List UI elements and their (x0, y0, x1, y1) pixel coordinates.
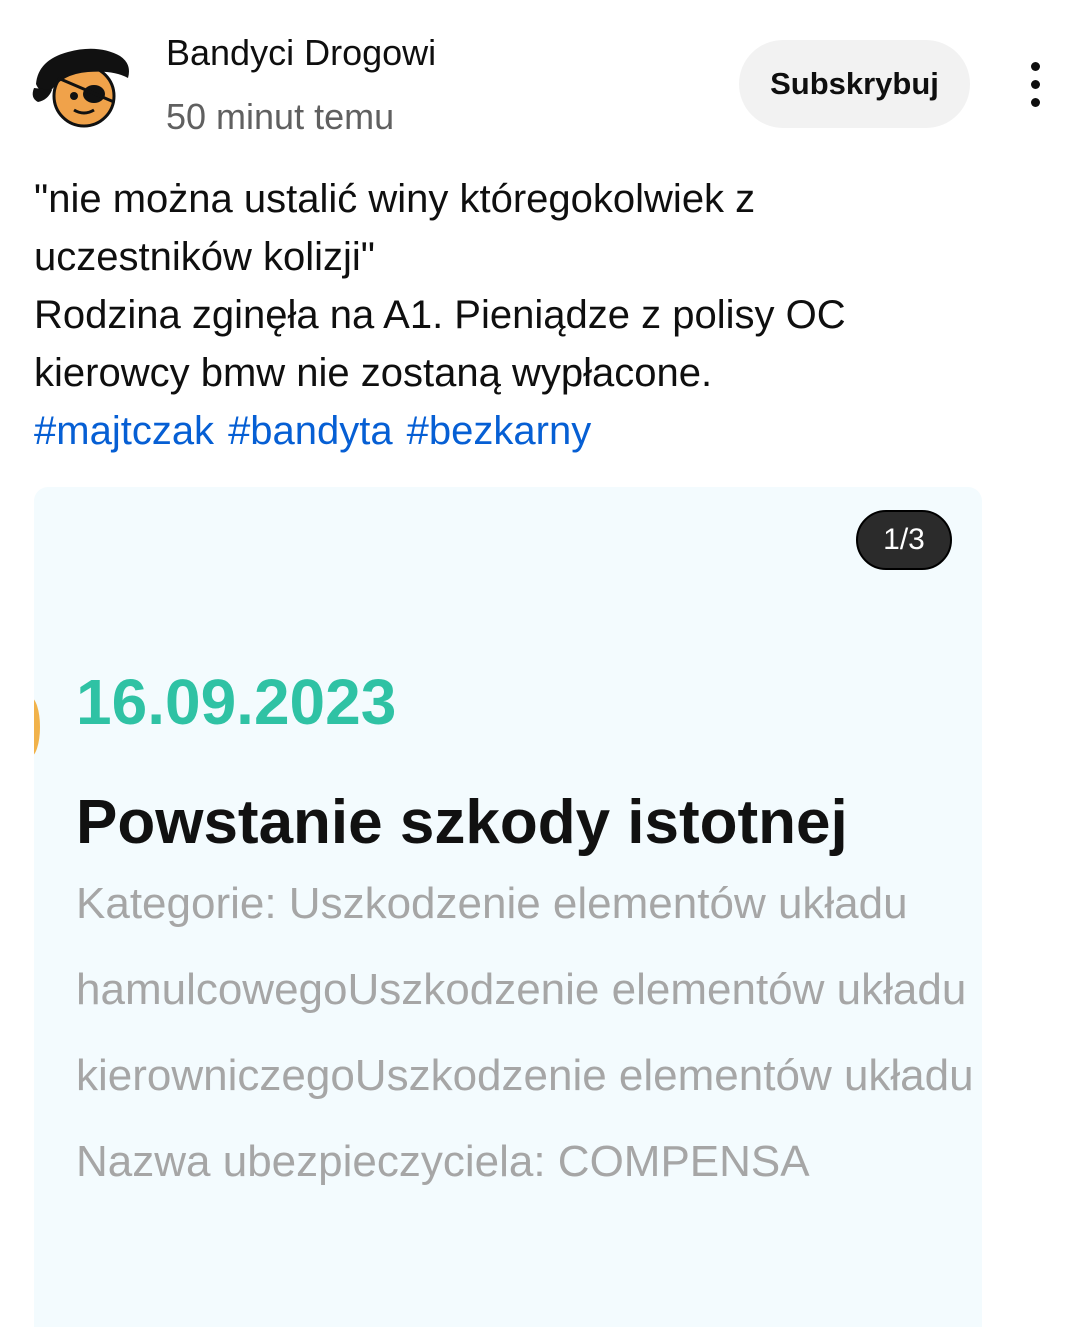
subscribe-button[interactable]: Subskrybuj (739, 40, 970, 128)
hashtag-link[interactable]: #bezkarny (407, 409, 592, 453)
hashtag-link[interactable]: #majtczak (34, 409, 214, 453)
decorative-edge-mark (34, 697, 40, 757)
post-text: "nie można ustalić winy któregokolwiek z… (34, 170, 1054, 460)
post-timestamp: 50 minut temu (166, 96, 395, 137)
more-vertical-icon (1030, 61, 1040, 107)
pirate-avatar-icon (32, 48, 129, 128)
damage-date: 16.09.2023 (76, 666, 397, 738)
damage-detail-line: kierowniczegoUszkodzenie elementów układ… (76, 1051, 974, 1100)
image-carousel[interactable]: 1/3 16.09.2023 Powstanie szkody istotnej… (34, 487, 982, 1327)
carousel-counter-badge: 1/3 (856, 510, 952, 570)
post-text-line: uczestników kolizji" (34, 235, 375, 279)
hashtag-link[interactable]: #bandyta (228, 409, 393, 453)
post-header: Bandyci Drogowi 50 minut temu Subskrybuj (0, 0, 1080, 160)
channel-name[interactable]: Bandyci Drogowi (166, 32, 436, 74)
more-options-button[interactable] (1010, 52, 1060, 116)
damage-detail-line: Kategorie: Uszkodzenie elementów układu (76, 879, 908, 928)
damage-title: Powstanie szkody istotnej (76, 788, 848, 857)
channel-avatar[interactable] (28, 38, 138, 130)
hashtag-list: #majtczak #bandyta #bezkarny (34, 402, 1054, 460)
damage-detail-line: hamulcowegoUszkodzenie elementów układu (76, 965, 967, 1014)
post-text-line: kierowcy bmw nie zostaną wypłacone. (34, 351, 713, 395)
post-text-line: "nie można ustalić winy któregokolwiek z (34, 177, 756, 221)
next-card-peek[interactable] (1068, 487, 1080, 1313)
damage-detail-line: Nazwa ubezpieczyciela: COMPENSA (76, 1137, 810, 1186)
post-text-line: Rodzina zginęła na A1. Pieniądze z polis… (34, 293, 846, 337)
